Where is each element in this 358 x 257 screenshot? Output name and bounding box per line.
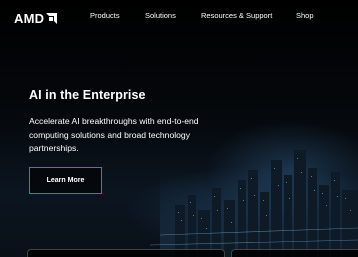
nav-item-products[interactable]: Products (90, 11, 120, 20)
top-navigation: AMD Products Solutions Resources & Suppo… (0, 0, 358, 32)
amd-logo[interactable]: AMD (14, 11, 58, 26)
learn-more-button[interactable]: Learn More (29, 167, 102, 194)
hero-background: AMD Products Solutions Resources & Suppo… (0, 0, 358, 257)
amd-arrow-logo-icon (46, 13, 58, 24)
nav-item-resources-support[interactable]: Resources & Support (201, 11, 272, 20)
nav-item-solutions[interactable]: Solutions (145, 11, 176, 20)
hero-description: Accelerate AI breakthroughs with end-to-… (29, 116, 199, 153)
brand-name: AMD (14, 11, 45, 26)
hero-title: AI in the Enterprise (29, 88, 146, 102)
feature-card[interactable] (231, 249, 358, 257)
feature-card[interactable] (27, 249, 225, 257)
nav-item-shop[interactable]: Shop (296, 11, 314, 20)
